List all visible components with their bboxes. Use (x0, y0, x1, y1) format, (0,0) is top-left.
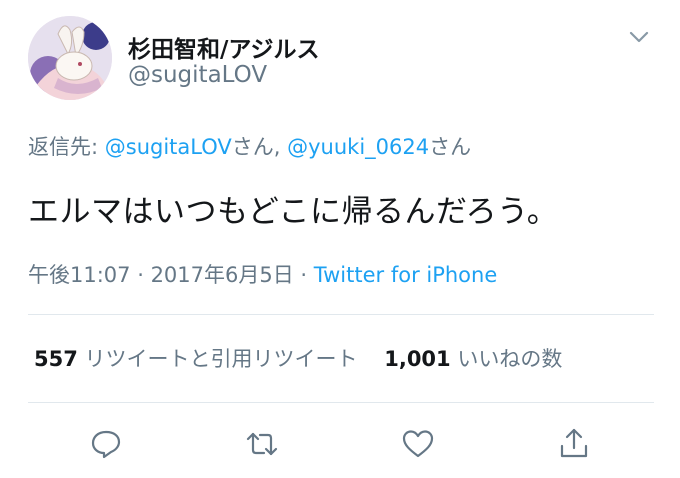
likes-count: 1,001 (384, 347, 451, 371)
tweet-source-link[interactable]: Twitter for iPhone (314, 263, 498, 287)
tweet-text: エルマはいつもどこに帰るんだろう。 (28, 194, 559, 230)
heart-icon (402, 430, 434, 458)
likes-label: いいねの数 (457, 347, 563, 371)
reply-mention-suffix: さん (231, 135, 274, 159)
likes-stat[interactable]: 1,001 いいねの数 (384, 347, 562, 371)
tweet-meta: 午後11:07 · 2017年6月5日 · Twitter for iPhone (28, 259, 497, 289)
action-bar (0, 420, 680, 464)
share-button[interactable] (556, 426, 592, 462)
reply-mention-suffix: さん (429, 135, 472, 159)
reply-to-line: 返信先: @sugitaLOVさん, @yuuki_0624さん (28, 131, 471, 161)
reply-button[interactable] (88, 426, 124, 462)
avatar[interactable] (28, 16, 112, 100)
retweets-label: リツイートと引用リツイート (84, 347, 358, 371)
reply-prefix: 返信先: (28, 135, 105, 159)
avatar-image (28, 16, 112, 100)
divider (28, 314, 654, 315)
retweets-stat[interactable]: 557 リツイートと引用リツイート (34, 347, 358, 371)
reply-mention-yuuki[interactable]: @yuuki_0624 (287, 135, 429, 159)
chevron-down-icon[interactable] (626, 28, 652, 46)
retweets-count: 557 (34, 347, 78, 371)
retweet-button[interactable] (244, 426, 280, 462)
reply-separator: , (273, 135, 288, 159)
retweet-icon (246, 432, 278, 456)
author-display-name[interactable]: 杉田智和/アジルス (128, 30, 319, 64)
meta-dot: · (130, 263, 151, 287)
reply-mention-sugitalov[interactable]: @sugitaLOV (105, 135, 232, 159)
reply-bubble-icon (91, 430, 121, 459)
divider (28, 402, 654, 403)
tweet-stats: 557 リツイートと引用リツイート 1,001 いいねの数 (34, 343, 562, 373)
author-handle[interactable]: @sugitaLOV (128, 62, 267, 88)
tweet-time: 午後11:07 (28, 263, 131, 287)
meta-dot: · (293, 263, 314, 287)
tweet-date: 2017年6月5日 (150, 263, 294, 287)
share-icon (560, 428, 588, 458)
like-button[interactable] (400, 426, 436, 462)
